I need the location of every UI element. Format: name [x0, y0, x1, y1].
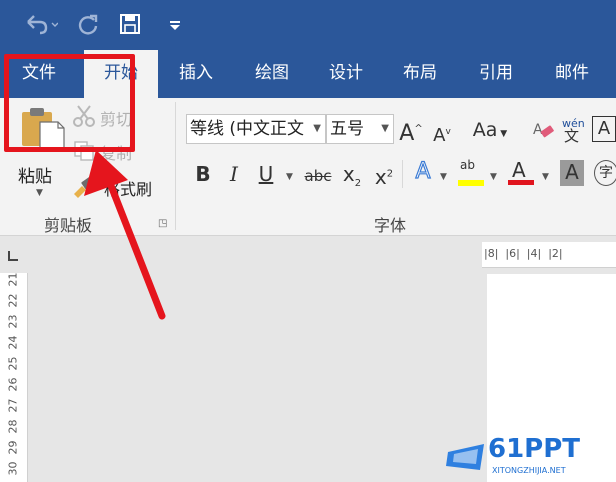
watermark-text: 61PPT — [488, 434, 581, 464]
watermark: 61PPT XITONGZHIJIA.NET — [444, 432, 616, 482]
watermark-subtext: XITONGZHIJIA.NET — [492, 466, 566, 475]
watermark-logo-icon — [446, 444, 484, 470]
annotation-arrow-icon — [84, 150, 166, 320]
